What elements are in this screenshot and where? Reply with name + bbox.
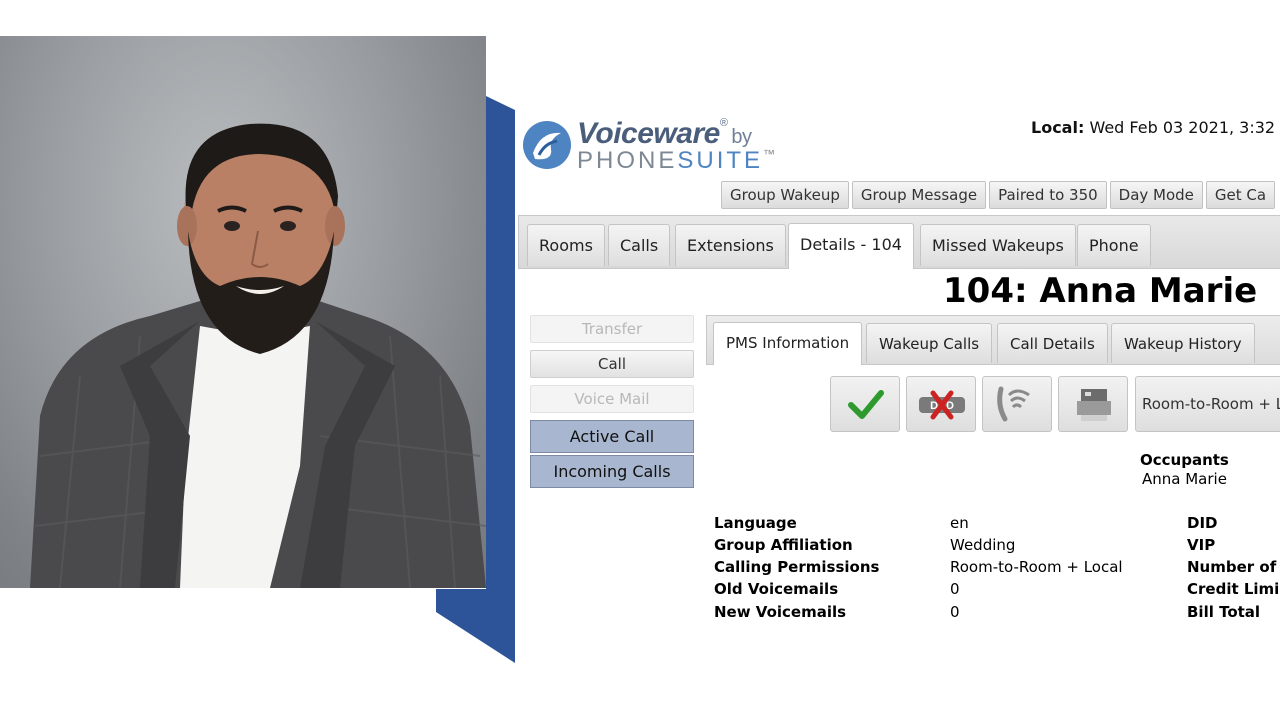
phone-status-button[interactable] [982, 376, 1052, 432]
logo-brand-sub-2: SUITE [677, 147, 764, 174]
logo-swirl-icon [523, 121, 571, 169]
active-call-button[interactable]: Active Call [530, 420, 694, 453]
calling-permissions-value: Room-to-Room + Local [950, 558, 1123, 576]
tab-calls[interactable]: Calls [608, 224, 671, 266]
new-voicemails-label: New Voicemails [714, 603, 847, 621]
subtab-wakeup-calls[interactable]: Wakeup Calls [866, 323, 993, 363]
calling-permission-button[interactable]: Room-to-Room + Lo [1135, 376, 1280, 432]
dnd-icon: DND [919, 390, 965, 420]
occupants-value: Anna Marie [1142, 470, 1227, 488]
old-voicemails-label: Old Voicemails [714, 580, 839, 598]
credit-limit-label: Credit Limi [1187, 580, 1280, 598]
get-calls-button[interactable]: Get Ca [1205, 181, 1276, 209]
subtab-pms-information[interactable]: PMS Information [713, 322, 863, 365]
group-affiliation-value: Wedding [950, 536, 1016, 554]
group-affiliation-label: Group Affiliation [714, 536, 853, 554]
group-message-button[interactable]: Group Message [851, 181, 987, 209]
side-button-panel: Transfer Call Voice Mail Active Call Inc… [530, 315, 694, 490]
tab-rooms[interactable]: Rooms [527, 224, 605, 266]
main-tab-bar: Rooms Calls Extensions Details - 104 Mis… [518, 215, 1280, 269]
paired-button[interactable]: Paired to 350 [989, 181, 1107, 209]
local-time-label: Local: [1031, 118, 1085, 137]
local-time-value: Wed Feb 03 2021, 3:32 [1089, 118, 1276, 137]
tab-details[interactable]: Details - 104 [788, 223, 914, 269]
check-in-button[interactable] [830, 376, 900, 432]
number-of-label: Number of [1187, 558, 1277, 576]
voiceware-app-window: Voiceware®by PHONESUITE™ Local: Wed Feb … [515, 95, 1280, 720]
vip-label: VIP [1187, 536, 1216, 554]
transfer-button[interactable]: Transfer [530, 315, 694, 343]
room-title: 104: Anna Marie [943, 271, 1258, 311]
occupants-label: Occupants [1140, 451, 1229, 469]
subtab-wakeup-history[interactable]: Wakeup History [1111, 323, 1255, 363]
tab-extensions[interactable]: Extensions [675, 224, 786, 266]
calling-permissions-label: Calling Permissions [714, 558, 880, 576]
call-button[interactable]: Call [530, 350, 694, 378]
dnd-button[interactable]: DND [906, 376, 976, 432]
tab-missed-wakeups[interactable]: Missed Wakeups [920, 224, 1076, 266]
old-voicemails-value: 0 [950, 580, 960, 598]
voice-mail-button[interactable]: Voice Mail [530, 385, 694, 413]
language-value: en [950, 514, 969, 532]
fax-button[interactable] [1058, 376, 1128, 432]
bill-total-label: Bill Total [1187, 603, 1261, 621]
logo-brand-sub-1: PHONE [577, 147, 678, 174]
tab-phone[interactable]: Phone [1077, 224, 1151, 266]
incoming-calls-button[interactable]: Incoming Calls [530, 455, 694, 488]
logo-brand-by: by [731, 126, 752, 148]
new-voicemails-value: 0 [950, 603, 960, 621]
voiceware-logo: Voiceware®by PHONESUITE™ [521, 117, 791, 177]
group-wakeup-button[interactable]: Group Wakeup [721, 181, 849, 209]
subtab-call-details[interactable]: Call Details [997, 323, 1108, 363]
day-mode-button[interactable]: Day Mode [1109, 181, 1203, 209]
check-icon [848, 390, 884, 419]
did-label: DID [1187, 514, 1218, 532]
top-toolbar: Group Wakeup Group Message Paired to 350 Da… [721, 181, 1278, 209]
phone-signal-icon [997, 386, 1030, 422]
fax-machine-icon [1077, 389, 1111, 421]
logo-brand-main: Voiceware [577, 117, 720, 150]
local-time: Local: Wed Feb 03 2021, 3:32 [1031, 118, 1275, 137]
detail-tab-bar: PMS Information Wakeup Calls Call Detail… [706, 315, 1280, 365]
language-label: Language [714, 514, 797, 532]
